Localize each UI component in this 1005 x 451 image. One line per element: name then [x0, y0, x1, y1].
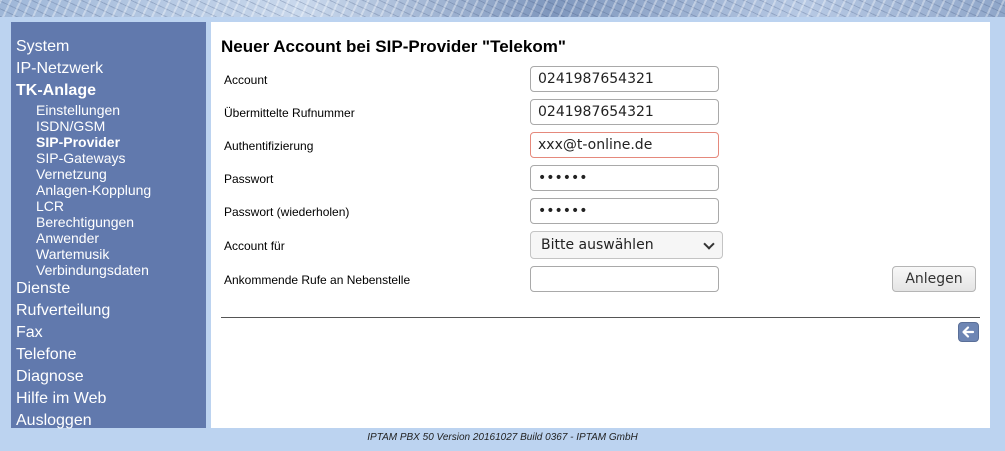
account-for-selected: Bitte auswählen — [541, 237, 654, 253]
account-label: Account — [224, 73, 268, 87]
sidebar-subitem-anwender[interactable]: Anwender — [36, 230, 206, 246]
sidebar-subitem-wartemusik[interactable]: Wartemusik — [36, 246, 206, 262]
page-title: Neuer Account bei SIP-Provider "Telekom" — [221, 37, 566, 56]
sidebar-subitem-einstellungen[interactable]: Einstellungen — [36, 102, 206, 118]
sidebar-subitem-sip-gateways[interactable]: SIP-Gateways — [36, 150, 206, 166]
sidebar-nav: System IP-Netzwerk TK-Anlage Einstellung… — [11, 22, 206, 429]
sidebar-item-diagnose[interactable]: Diagnose — [11, 366, 206, 388]
chevron-down-icon — [703, 238, 715, 250]
divider — [221, 317, 980, 318]
caller-number-label: Übermittelte Rufnummer — [224, 106, 355, 120]
password-repeat-input[interactable] — [530, 198, 719, 224]
authentication-label: Authentifizierung — [224, 139, 314, 153]
sidebar-subitem-vernetzung[interactable]: Vernetzung — [36, 166, 206, 182]
sidebar-subitem-anlagen-kopplung[interactable]: Anlagen-Kopplung — [36, 182, 206, 198]
sidebar-item-ip-netzwerk[interactable]: IP-Netzwerk — [11, 58, 206, 80]
sidebar-subitem-lcr[interactable]: LCR — [36, 198, 206, 214]
sidebar-subitem-berechtigungen[interactable]: Berechtigungen — [36, 214, 206, 230]
account-for-select[interactable]: Bitte auswählen — [530, 231, 723, 259]
sidebar-item-telefone[interactable]: Telefone — [11, 344, 206, 366]
sidebar-item-ausloggen[interactable]: Ausloggen — [11, 410, 206, 432]
sidebar-subitem-sip-provider[interactable]: SIP-Provider — [36, 134, 206, 150]
sidebar-subitem-isdn-gsm[interactable]: ISDN/GSM — [36, 118, 206, 134]
tk-anlage-submenu: Einstellungen ISDN/GSM SIP-Provider SIP-… — [11, 102, 206, 278]
sidebar-item-rufverteilung[interactable]: Rufverteilung — [11, 300, 206, 322]
password-label: Passwort — [224, 172, 274, 186]
header-banner — [0, 0, 1005, 17]
back-button[interactable] — [958, 322, 979, 342]
incoming-calls-input[interactable] — [530, 266, 719, 292]
sidebar-subitem-verbindungsdaten[interactable]: Verbindungsdaten — [36, 262, 206, 278]
sidebar-item-tk-anlage[interactable]: TK-Anlage — [11, 80, 206, 102]
sidebar-item-hilfe-im-web[interactable]: Hilfe im Web — [11, 388, 206, 410]
sidebar-item-dienste[interactable]: Dienste — [11, 278, 206, 300]
password-repeat-label: Passwort (wiederholen) — [224, 205, 350, 219]
authentication-input[interactable] — [530, 132, 719, 158]
main-panel: Neuer Account bei SIP-Provider "Telekom"… — [211, 22, 990, 428]
account-for-label: Account für — [224, 239, 285, 253]
caller-number-input[interactable] — [530, 99, 719, 125]
account-input[interactable] — [530, 66, 719, 92]
back-arrow-icon — [962, 326, 975, 338]
footer-version: IPTAM PBX 50 Version 20161027 Build 0367… — [367, 432, 638, 443]
sidebar-item-system[interactable]: System — [11, 36, 206, 58]
sidebar-item-fax[interactable]: Fax — [11, 322, 206, 344]
anlegen-button[interactable]: Anlegen — [892, 266, 976, 292]
incoming-calls-label: Ankommende Rufe an Nebenstelle — [224, 273, 411, 287]
password-input[interactable] — [530, 165, 719, 191]
